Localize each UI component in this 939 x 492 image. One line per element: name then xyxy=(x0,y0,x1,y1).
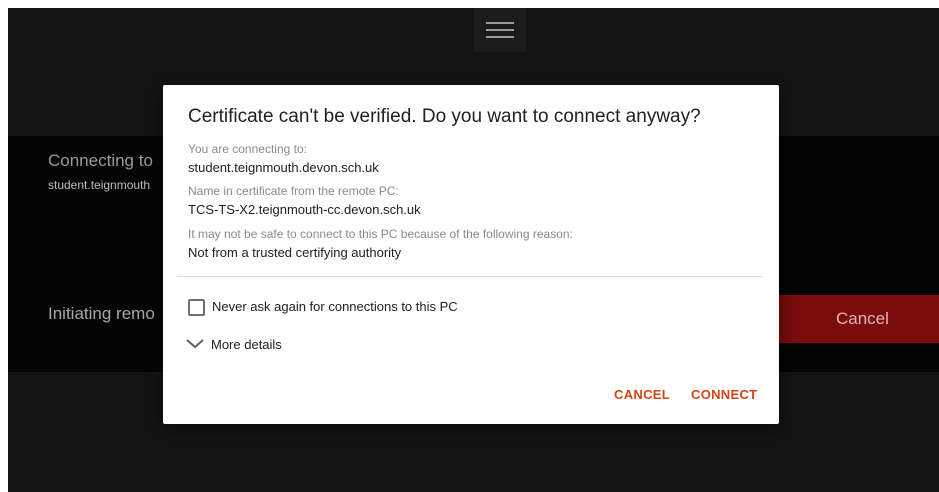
background-cancel-button[interactable]: Cancel xyxy=(776,295,939,343)
connecting-to-label: You are connecting to: xyxy=(188,142,307,156)
cancel-button[interactable]: CANCEL xyxy=(614,387,670,402)
cert-name-value: TCS-TS-X2.teignmouth-cc.devon.sch.uk xyxy=(188,202,421,217)
connecting-host: student.teignmouth xyxy=(48,178,151,192)
connecting-to-value: student.teignmouth.devon.sch.uk xyxy=(188,160,379,175)
reason-label: It may not be safe to connect to this PC… xyxy=(188,227,573,241)
certificate-dialog: Certificate can't be verified. Do you wa… xyxy=(163,85,779,424)
connect-button[interactable]: CONNECT xyxy=(691,387,757,402)
hamburger-menu-icon[interactable] xyxy=(474,8,526,52)
cert-name-label: Name in certificate from the remote PC: xyxy=(188,184,399,198)
more-details-label: More details xyxy=(211,336,282,352)
never-ask-label[interactable]: Never ask again for connections to this … xyxy=(212,299,458,314)
divider xyxy=(177,276,763,277)
more-details-toggle[interactable]: More details xyxy=(185,334,282,354)
status-text: Initiating remo xyxy=(48,304,155,323)
connecting-title: Connecting to xyxy=(48,151,153,170)
reason-value: Not from a trusted certifying authority xyxy=(188,245,402,260)
dialog-title: Certificate can't be verified. Do you wa… xyxy=(188,106,701,127)
never-ask-checkbox[interactable] xyxy=(188,299,205,316)
chevron-down-icon xyxy=(186,339,204,349)
